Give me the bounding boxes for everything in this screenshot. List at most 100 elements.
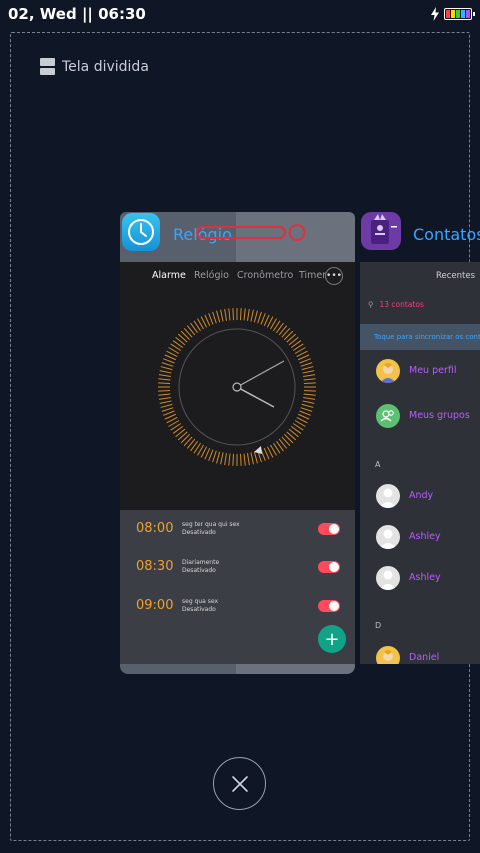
dial-tick xyxy=(158,374,171,378)
dial-tick xyxy=(158,390,171,392)
tab-timer[interactable]: Timer xyxy=(299,270,326,281)
dial-tick xyxy=(253,310,258,323)
alarm-row[interactable]: 08:30 Diariamente Desativado xyxy=(120,550,355,586)
alarm-toggle[interactable] xyxy=(318,523,340,535)
dial-tick xyxy=(303,374,316,378)
dial-tick xyxy=(160,366,173,371)
split-screen-icon xyxy=(40,58,55,75)
list-item-label: Meus grupos xyxy=(409,410,470,421)
list-item-meus-grupos[interactable]: Meus grupos xyxy=(360,404,480,434)
contacts-search[interactable]: ⚲ 13 contatos xyxy=(368,300,424,309)
dial-tick xyxy=(302,370,315,374)
alarm-status: Desativado xyxy=(182,567,216,574)
dial-tick xyxy=(243,308,246,321)
contact-name: Andy xyxy=(409,490,434,501)
sync-hint[interactable]: Toque para sincronizar os contatos xyxy=(360,324,480,350)
contact-row[interactable]: Ashley xyxy=(360,525,480,555)
contacts-icon xyxy=(361,212,401,250)
group-icon xyxy=(376,404,400,428)
clock-card-bottom xyxy=(120,664,355,674)
dial-tick xyxy=(250,452,254,465)
contacts-card-header[interactable]: Contatos xyxy=(360,212,480,262)
dial-tick xyxy=(208,449,214,461)
alarm-list: 08:00 seg ter qua qui sex Desativado 08:… xyxy=(120,510,355,664)
dial-tick xyxy=(253,451,258,464)
contact-row[interactable]: Daniel xyxy=(360,646,480,664)
status-time: 02, Wed || 06:30 xyxy=(8,5,146,23)
dial-tick xyxy=(159,370,172,374)
dial-tick xyxy=(260,313,266,325)
contact-row[interactable]: Ashley xyxy=(360,566,480,596)
dial-tick xyxy=(204,448,211,460)
dial-tick xyxy=(212,450,217,463)
annotation-marks xyxy=(196,224,306,241)
battery-segment xyxy=(451,10,455,18)
dial-tick xyxy=(303,382,316,384)
alarm-row[interactable]: 08:00 seg ter qua qui sex Desativado xyxy=(120,512,355,548)
dial-tick xyxy=(300,407,313,412)
dial-tick xyxy=(299,358,311,364)
dial-tick xyxy=(158,378,171,381)
tab-alarme[interactable]: Alarme xyxy=(152,270,186,281)
section-letter: D xyxy=(375,621,382,630)
clock-card-header[interactable]: Relógio xyxy=(120,212,355,262)
alarm-row[interactable]: 09:00 seg qua sex Desativado xyxy=(120,589,355,625)
list-item-meu-perfil[interactable]: Meu perfil xyxy=(360,359,480,389)
dial-tick xyxy=(257,311,262,324)
alarm-days: seg ter qua qui sex xyxy=(182,521,240,528)
dial-tick xyxy=(243,453,246,466)
dial-tick xyxy=(160,403,173,408)
dial-tick xyxy=(303,396,316,400)
add-alarm-button[interactable]: + xyxy=(318,625,346,653)
dial-tick xyxy=(228,453,231,466)
charging-bolt-icon xyxy=(431,7,439,21)
plus-icon: + xyxy=(324,628,340,650)
dial-tick xyxy=(212,311,217,324)
tab-cronometro[interactable]: Cronômetro xyxy=(237,270,293,281)
avatar xyxy=(376,646,400,664)
clock-icon xyxy=(122,213,160,251)
alarm-toggle[interactable] xyxy=(318,600,340,612)
dial-tick xyxy=(303,393,316,396)
alarm-time: 08:30 xyxy=(136,559,174,574)
dial-tick xyxy=(260,449,266,461)
close-all-button[interactable] xyxy=(213,757,266,810)
dial-tick xyxy=(240,308,242,321)
section-letter: A xyxy=(375,460,381,469)
dial-tick xyxy=(298,413,310,420)
tab-relogio[interactable]: Relógio xyxy=(194,270,229,281)
status-bar: 02, Wed || 06:30 xyxy=(0,0,480,30)
dial-tick xyxy=(298,354,310,361)
dial-tick xyxy=(163,358,175,364)
battery-segment xyxy=(456,10,460,18)
contacts-count: 13 contatos xyxy=(379,300,424,309)
contact-name: Daniel xyxy=(409,652,440,663)
contact-row[interactable]: Andy xyxy=(360,484,480,514)
alarm-description: Diariamente Desativado xyxy=(182,559,219,575)
more-dots-icon[interactable]: ••• xyxy=(325,267,343,285)
avatar xyxy=(376,566,400,590)
clock-app-card[interactable]: Alarme Relógio Cronômetro Timer ••• 08:0… xyxy=(120,262,355,674)
dial-tick xyxy=(159,400,172,404)
alarm-status: Desativado xyxy=(182,529,216,536)
clock-dial xyxy=(158,308,316,466)
dial-tick xyxy=(216,310,221,323)
dial-tick xyxy=(246,308,250,321)
status-icons xyxy=(430,6,475,22)
dial-tick xyxy=(301,403,314,408)
dial-tick xyxy=(204,314,211,326)
split-screen-label: Tela dividida xyxy=(62,58,149,75)
split-screen-button[interactable]: Tela dividida xyxy=(40,58,149,75)
tab-recentes[interactable]: Recentes xyxy=(436,271,475,281)
alarm-toggle[interactable] xyxy=(318,561,340,573)
dial-tick xyxy=(164,354,176,361)
dial-tick xyxy=(158,382,171,384)
dial-tick xyxy=(208,313,214,325)
contact-name: Ashley xyxy=(409,531,441,542)
clock-tabs: Alarme Relógio Cronômetro Timer ••• xyxy=(120,262,355,290)
dial-tick xyxy=(228,308,231,321)
dial-tick xyxy=(246,453,250,466)
dial-tick xyxy=(161,362,174,367)
dial-tick xyxy=(164,413,176,420)
contacts-app-card[interactable]: Recentes ⚲ 13 contatos Toque para sincron… xyxy=(360,262,480,664)
